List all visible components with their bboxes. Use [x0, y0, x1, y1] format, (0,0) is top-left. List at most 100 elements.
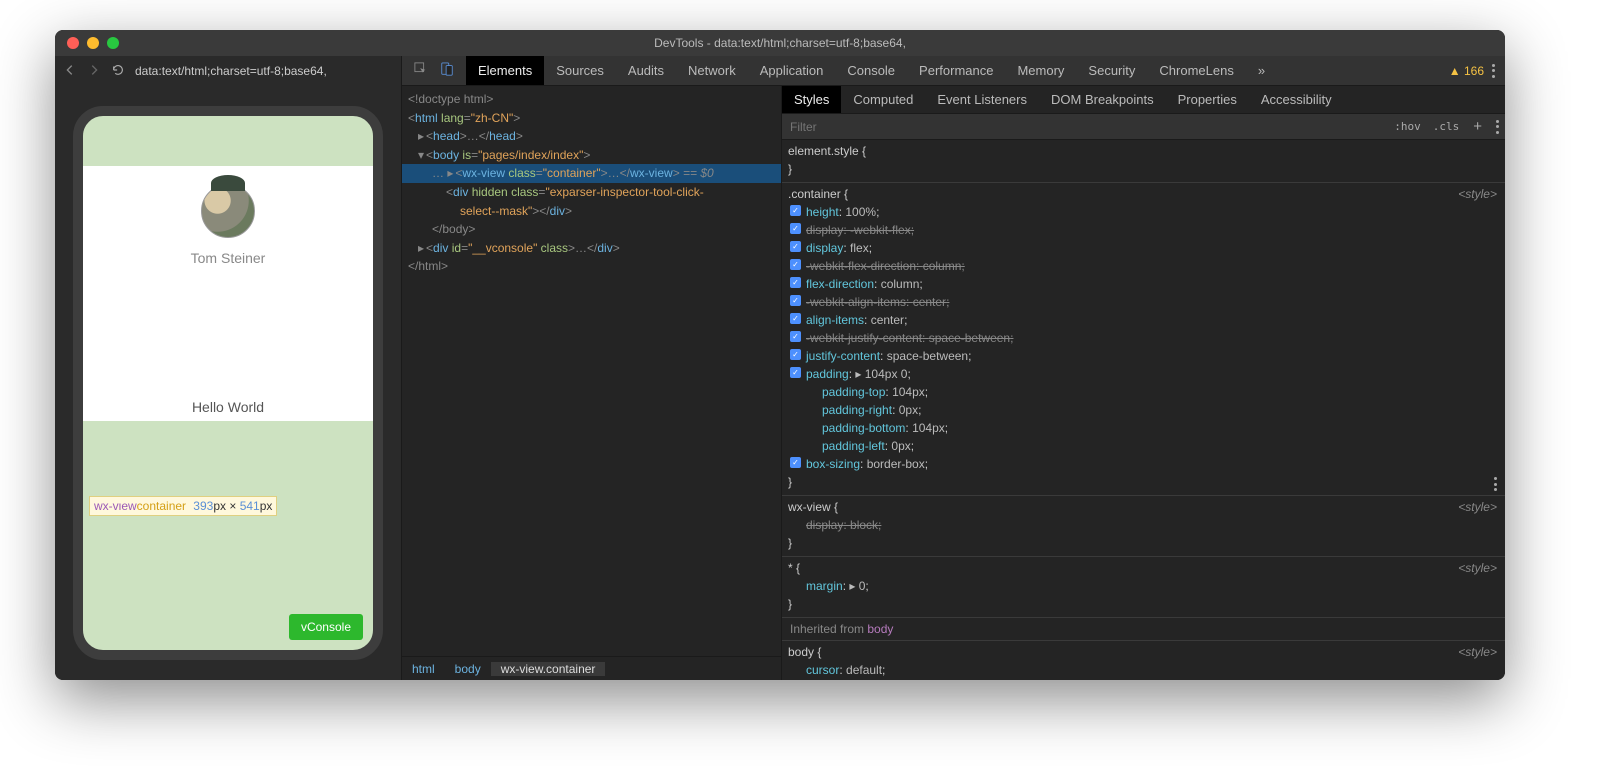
- inspect-icon[interactable]: [414, 62, 428, 79]
- tree-line[interactable]: ▸<div id="__vconsole" class>…</div>: [402, 239, 781, 258]
- rule-body[interactable]: <style> body { cursor: default;-webkit-u…: [782, 641, 1505, 680]
- tree-line[interactable]: ▾<body is="pages/index/index">: [402, 146, 781, 165]
- rule-element-style[interactable]: element.style { }: [782, 140, 1505, 183]
- source-link[interactable]: <style>: [1458, 185, 1497, 203]
- property-checkbox[interactable]: [790, 349, 801, 360]
- tree-line[interactable]: </html>: [402, 257, 781, 276]
- tab-elements[interactable]: Elements: [466, 56, 544, 85]
- property-checkbox[interactable]: [790, 241, 801, 252]
- crumb-body[interactable]: body: [445, 662, 491, 676]
- css-property-row[interactable]: -webkit-align-items: center;: [788, 293, 1499, 311]
- css-property-row[interactable]: padding-top: 104px;: [788, 383, 1499, 401]
- maximize-icon[interactable]: [107, 37, 119, 49]
- tooltip-tag: wx-view: [94, 499, 137, 513]
- tab-chromelens[interactable]: ChromeLens: [1147, 56, 1245, 85]
- css-property-row[interactable]: margin: ▸ 0;: [788, 577, 1499, 595]
- property-checkbox[interactable]: [790, 295, 801, 306]
- css-property-row[interactable]: padding-bottom: 104px;: [788, 419, 1499, 437]
- rule-container[interactable]: <style> .container { height: 100%;displa…: [782, 183, 1505, 496]
- tooltip-class: container: [137, 499, 186, 513]
- css-property-row[interactable]: display: block;: [788, 516, 1499, 534]
- tree-line[interactable]: </body>: [402, 220, 781, 239]
- url-field[interactable]: data:text/html;charset=utf-8;base64,: [135, 64, 327, 78]
- inherited-label: Inherited from body: [782, 618, 1505, 641]
- subtab-styles[interactable]: Styles: [782, 86, 841, 113]
- cls-button[interactable]: .cls: [1427, 120, 1466, 133]
- forward-icon[interactable]: [87, 63, 101, 80]
- property-checkbox[interactable]: [790, 277, 801, 288]
- dom-tree[interactable]: <!doctype html> <html lang="zh-CN"> ▸<he…: [402, 86, 781, 656]
- property-checkbox[interactable]: [790, 367, 801, 378]
- tree-line[interactable]: select--mask"></div>: [402, 202, 781, 221]
- crumb-wxview[interactable]: wx-view.container: [491, 662, 606, 676]
- property-checkbox[interactable]: [790, 313, 801, 324]
- css-property-row[interactable]: padding: ▸ 104px 0;: [788, 365, 1499, 383]
- property-checkbox[interactable]: [790, 259, 801, 270]
- css-property-row[interactable]: -webkit-flex-direction: column;: [788, 257, 1499, 275]
- tab-memory[interactable]: Memory: [1005, 56, 1076, 85]
- source-link[interactable]: <style>: [1458, 559, 1497, 577]
- css-property-row[interactable]: display: flex;: [788, 239, 1499, 257]
- subtab-properties[interactable]: Properties: [1166, 86, 1249, 113]
- crumb-html[interactable]: html: [402, 662, 445, 676]
- subtab-listeners[interactable]: Event Listeners: [925, 86, 1039, 113]
- tooltip-w: 393: [193, 499, 213, 513]
- css-property-row[interactable]: padding-right: 0px;: [788, 401, 1499, 419]
- subtab-computed[interactable]: Computed: [841, 86, 925, 113]
- property-checkbox[interactable]: [790, 205, 801, 216]
- css-property-row[interactable]: -webkit-justify-content: space-between;: [788, 329, 1499, 347]
- tree-line[interactable]: ▸<head>…</head>: [402, 127, 781, 146]
- hov-button[interactable]: :hov: [1388, 120, 1427, 133]
- styles-menu-icon[interactable]: [1496, 120, 1499, 134]
- tab-console[interactable]: Console: [835, 56, 907, 85]
- property-checkbox[interactable]: [790, 331, 801, 342]
- subtab-accessibility[interactable]: Accessibility: [1249, 86, 1344, 113]
- tabs-overflow[interactable]: »: [1246, 56, 1277, 85]
- rules-list: element.style { } <style> .container { h…: [782, 140, 1505, 680]
- css-property-row[interactable]: align-items: center;: [788, 311, 1499, 329]
- tab-network[interactable]: Network: [676, 56, 748, 85]
- window-title: DevTools - data:text/html;charset=utf-8;…: [654, 36, 906, 50]
- minimize-icon[interactable]: [87, 37, 99, 49]
- css-property-row[interactable]: cursor: default;: [788, 661, 1499, 679]
- tab-performance[interactable]: Performance: [907, 56, 1005, 85]
- styles-subtabs: Styles Computed Event Listeners DOM Brea…: [782, 86, 1505, 114]
- tree-line[interactable]: <!doctype html>: [402, 90, 781, 109]
- tree-line-selected[interactable]: … ▸<wx-view class="container">…</wx-view…: [402, 164, 781, 183]
- property-checkbox[interactable]: [790, 223, 801, 234]
- css-property-row[interactable]: padding-left: 0px;: [788, 437, 1499, 455]
- css-property-row[interactable]: display: -webkit-flex;: [788, 221, 1499, 239]
- css-property-row[interactable]: justify-content: space-between;: [788, 347, 1499, 365]
- css-property-row[interactable]: height: 100%;: [788, 203, 1499, 221]
- rule-star[interactable]: <style> * { margin: ▸ 0; }: [782, 557, 1505, 618]
- rule-wxview[interactable]: <style> wx-view { display: block; }: [782, 496, 1505, 557]
- back-icon[interactable]: [63, 63, 77, 80]
- property-checkbox[interactable]: [790, 457, 801, 468]
- source-link[interactable]: <style>: [1458, 498, 1497, 516]
- device-toggle-icon[interactable]: [440, 62, 454, 79]
- subtab-dom-breakpoints[interactable]: DOM Breakpoints: [1039, 86, 1166, 113]
- css-property-row[interactable]: -webkit-user-select: none;: [788, 679, 1499, 680]
- rule-menu-icon[interactable]: [1494, 477, 1497, 491]
- vconsole-button[interactable]: vConsole: [289, 614, 363, 640]
- source-link[interactable]: <style>: [1458, 643, 1497, 661]
- tree-line[interactable]: <html lang="zh-CN">: [402, 109, 781, 128]
- tree-line[interactable]: <div hidden class="exparser-inspector-to…: [402, 183, 781, 202]
- main-panel: Elements Sources Audits Network Applicat…: [402, 56, 1505, 680]
- tab-application[interactable]: Application: [748, 56, 836, 85]
- css-property-row[interactable]: box-sizing: border-box;: [788, 455, 1499, 473]
- tab-sources[interactable]: Sources: [544, 56, 616, 85]
- device-frame: Tom Steiner Hello World wx-viewcontainer…: [55, 86, 401, 680]
- titlebar: DevTools - data:text/html;charset=utf-8;…: [55, 30, 1505, 56]
- reload-icon[interactable]: [111, 63, 125, 80]
- css-property-row[interactable]: flex-direction: column;: [788, 275, 1499, 293]
- warning-icon[interactable]: ▲ 166: [1449, 64, 1484, 78]
- filter-input[interactable]: [782, 120, 1388, 134]
- tab-audits[interactable]: Audits: [616, 56, 676, 85]
- tab-security[interactable]: Security: [1076, 56, 1147, 85]
- settings-menu-icon[interactable]: [1492, 64, 1495, 78]
- close-icon[interactable]: [67, 37, 79, 49]
- device-screen: Tom Steiner Hello World wx-viewcontainer…: [73, 106, 383, 660]
- new-rule-icon[interactable]: +: [1465, 118, 1490, 135]
- nav-bar: data:text/html;charset=utf-8;base64,: [55, 56, 401, 86]
